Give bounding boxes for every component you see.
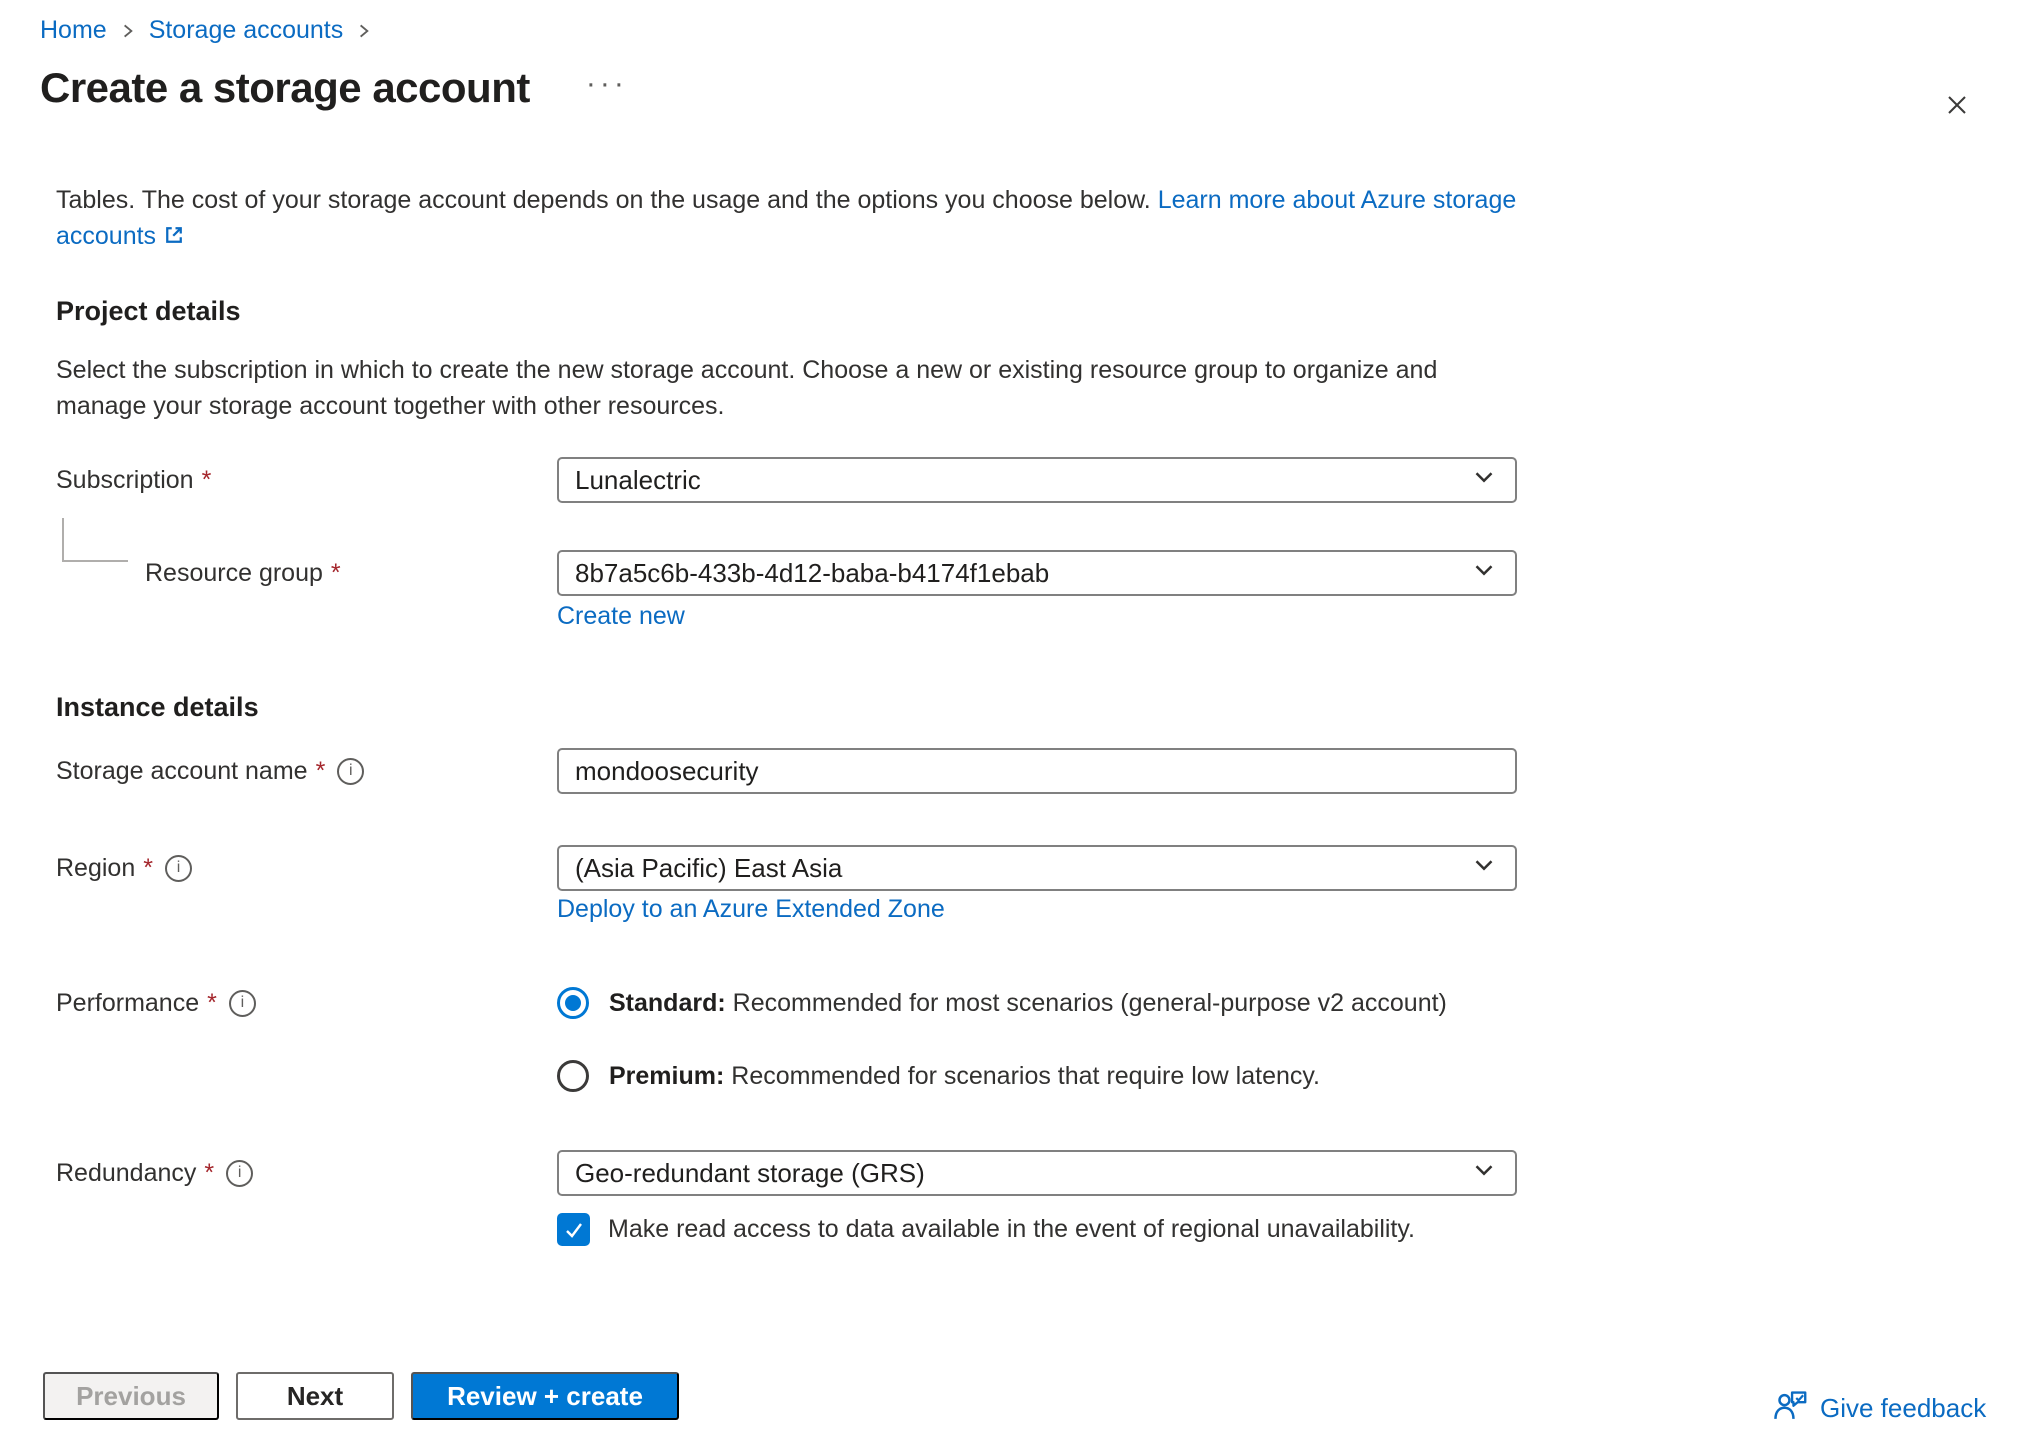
feedback-label: Give feedback — [1820, 1393, 1986, 1424]
region-label: Region * i — [56, 845, 557, 891]
create-storage-account-page: Home Storage accounts Create a storage a… — [0, 0, 2036, 1446]
radio-selected-icon — [557, 987, 589, 1019]
intro-description: Tables. The cost of your storage account… — [56, 186, 1151, 214]
next-button[interactable]: Next — [236, 1372, 394, 1420]
footer-actions: Previous Next Review + create — [43, 1372, 679, 1420]
intro-text: Tables. The cost of your storage account… — [56, 182, 1526, 257]
region-dropdown[interactable]: (Asia Pacific) East Asia — [557, 845, 1517, 891]
breadcrumb-home[interactable]: Home — [40, 16, 107, 45]
performance-premium-description: Recommended for scenarios that require l… — [731, 1062, 1320, 1090]
subscription-label: Subscription * — [56, 457, 557, 503]
chevron-down-icon — [1469, 1155, 1499, 1192]
page-title: Create a storage account — [40, 64, 530, 112]
performance-option-premium[interactable]: Premium: Recommended for scenarios that … — [557, 1053, 1447, 1099]
breadcrumb-storage-accounts[interactable]: Storage accounts — [149, 16, 344, 45]
project-details-heading: Project details — [56, 296, 241, 327]
region-label-text: Region — [56, 845, 135, 891]
subscription-value: Lunalectric — [575, 465, 701, 496]
instance-details-heading: Instance details — [56, 692, 259, 723]
required-asterisk: * — [316, 748, 326, 794]
info-icon[interactable]: i — [229, 990, 256, 1017]
review-create-button[interactable]: Review + create — [411, 1372, 679, 1420]
close-button[interactable] — [1934, 82, 1980, 128]
deploy-extended-zone-link[interactable]: Deploy to an Azure Extended Zone — [557, 895, 945, 924]
performance-standard-description: Recommended for most scenarios (general-… — [733, 989, 1447, 1017]
read-access-checkbox-label: Make read access to data available in th… — [608, 1215, 1415, 1244]
performance-standard-text: Standard: Recommended for most scenarios… — [609, 989, 1447, 1018]
region-value: (Asia Pacific) East Asia — [575, 853, 842, 884]
checkbox-checked-icon[interactable] — [557, 1213, 590, 1246]
subscription-label-text: Subscription — [56, 457, 194, 503]
info-icon[interactable]: i — [165, 855, 192, 882]
performance-label-text: Performance — [56, 980, 199, 1026]
radio-unselected-icon — [557, 1060, 589, 1092]
performance-premium-text: Premium: Recommended for scenarios that … — [609, 1062, 1320, 1091]
create-new-link[interactable]: Create new — [557, 602, 685, 631]
resource-group-dropdown[interactable]: 8b7a5c6b-433b-4d12-baba-b4174f1ebab — [557, 550, 1517, 596]
resource-group-label-text: Resource group — [145, 550, 323, 596]
required-asterisk: * — [331, 550, 341, 596]
breadcrumb: Home Storage accounts — [40, 16, 373, 45]
give-feedback-link[interactable]: Give feedback — [1772, 1388, 1986, 1429]
required-asterisk: * — [202, 457, 212, 503]
external-link-icon — [162, 221, 186, 257]
chevron-right-icon — [119, 22, 137, 40]
required-asterisk: * — [143, 845, 153, 891]
performance-label: Performance * i — [56, 980, 557, 1026]
feedback-icon — [1772, 1388, 1808, 1429]
info-icon[interactable]: i — [337, 758, 364, 785]
storage-account-name-label-text: Storage account name — [56, 748, 308, 794]
chevron-right-icon — [355, 22, 373, 40]
chevron-down-icon — [1469, 555, 1499, 592]
performance-premium-name: Premium: — [609, 1062, 724, 1090]
redundancy-label-text: Redundancy — [56, 1150, 196, 1196]
chevron-down-icon — [1469, 850, 1499, 887]
redundancy-label: Redundancy * i — [56, 1150, 557, 1196]
required-asterisk: * — [204, 1150, 214, 1196]
more-options-button[interactable]: ··· — [586, 69, 628, 99]
performance-standard-name: Standard: — [609, 989, 726, 1017]
required-asterisk: * — [207, 980, 217, 1026]
resource-group-label: Resource group * — [56, 550, 557, 596]
redundancy-dropdown[interactable]: Geo-redundant storage (GRS) — [557, 1150, 1517, 1196]
storage-account-name-label: Storage account name * i — [56, 748, 557, 794]
info-icon[interactable]: i — [226, 1160, 253, 1187]
project-details-description: Select the subscription in which to crea… — [56, 352, 1526, 424]
performance-radio-group: Standard: Recommended for most scenarios… — [557, 980, 1447, 1099]
close-icon — [1941, 89, 1973, 121]
redundancy-value: Geo-redundant storage (GRS) — [575, 1158, 925, 1189]
resource-group-value: 8b7a5c6b-433b-4d12-baba-b4174f1ebab — [575, 558, 1049, 589]
previous-button[interactable]: Previous — [43, 1372, 219, 1420]
read-access-checkbox-row[interactable]: Make read access to data available in th… — [557, 1213, 1415, 1246]
chevron-down-icon — [1469, 462, 1499, 499]
subscription-dropdown[interactable]: Lunalectric — [557, 457, 1517, 503]
storage-account-name-input[interactable] — [557, 748, 1517, 794]
performance-option-standard[interactable]: Standard: Recommended for most scenarios… — [557, 980, 1447, 1026]
